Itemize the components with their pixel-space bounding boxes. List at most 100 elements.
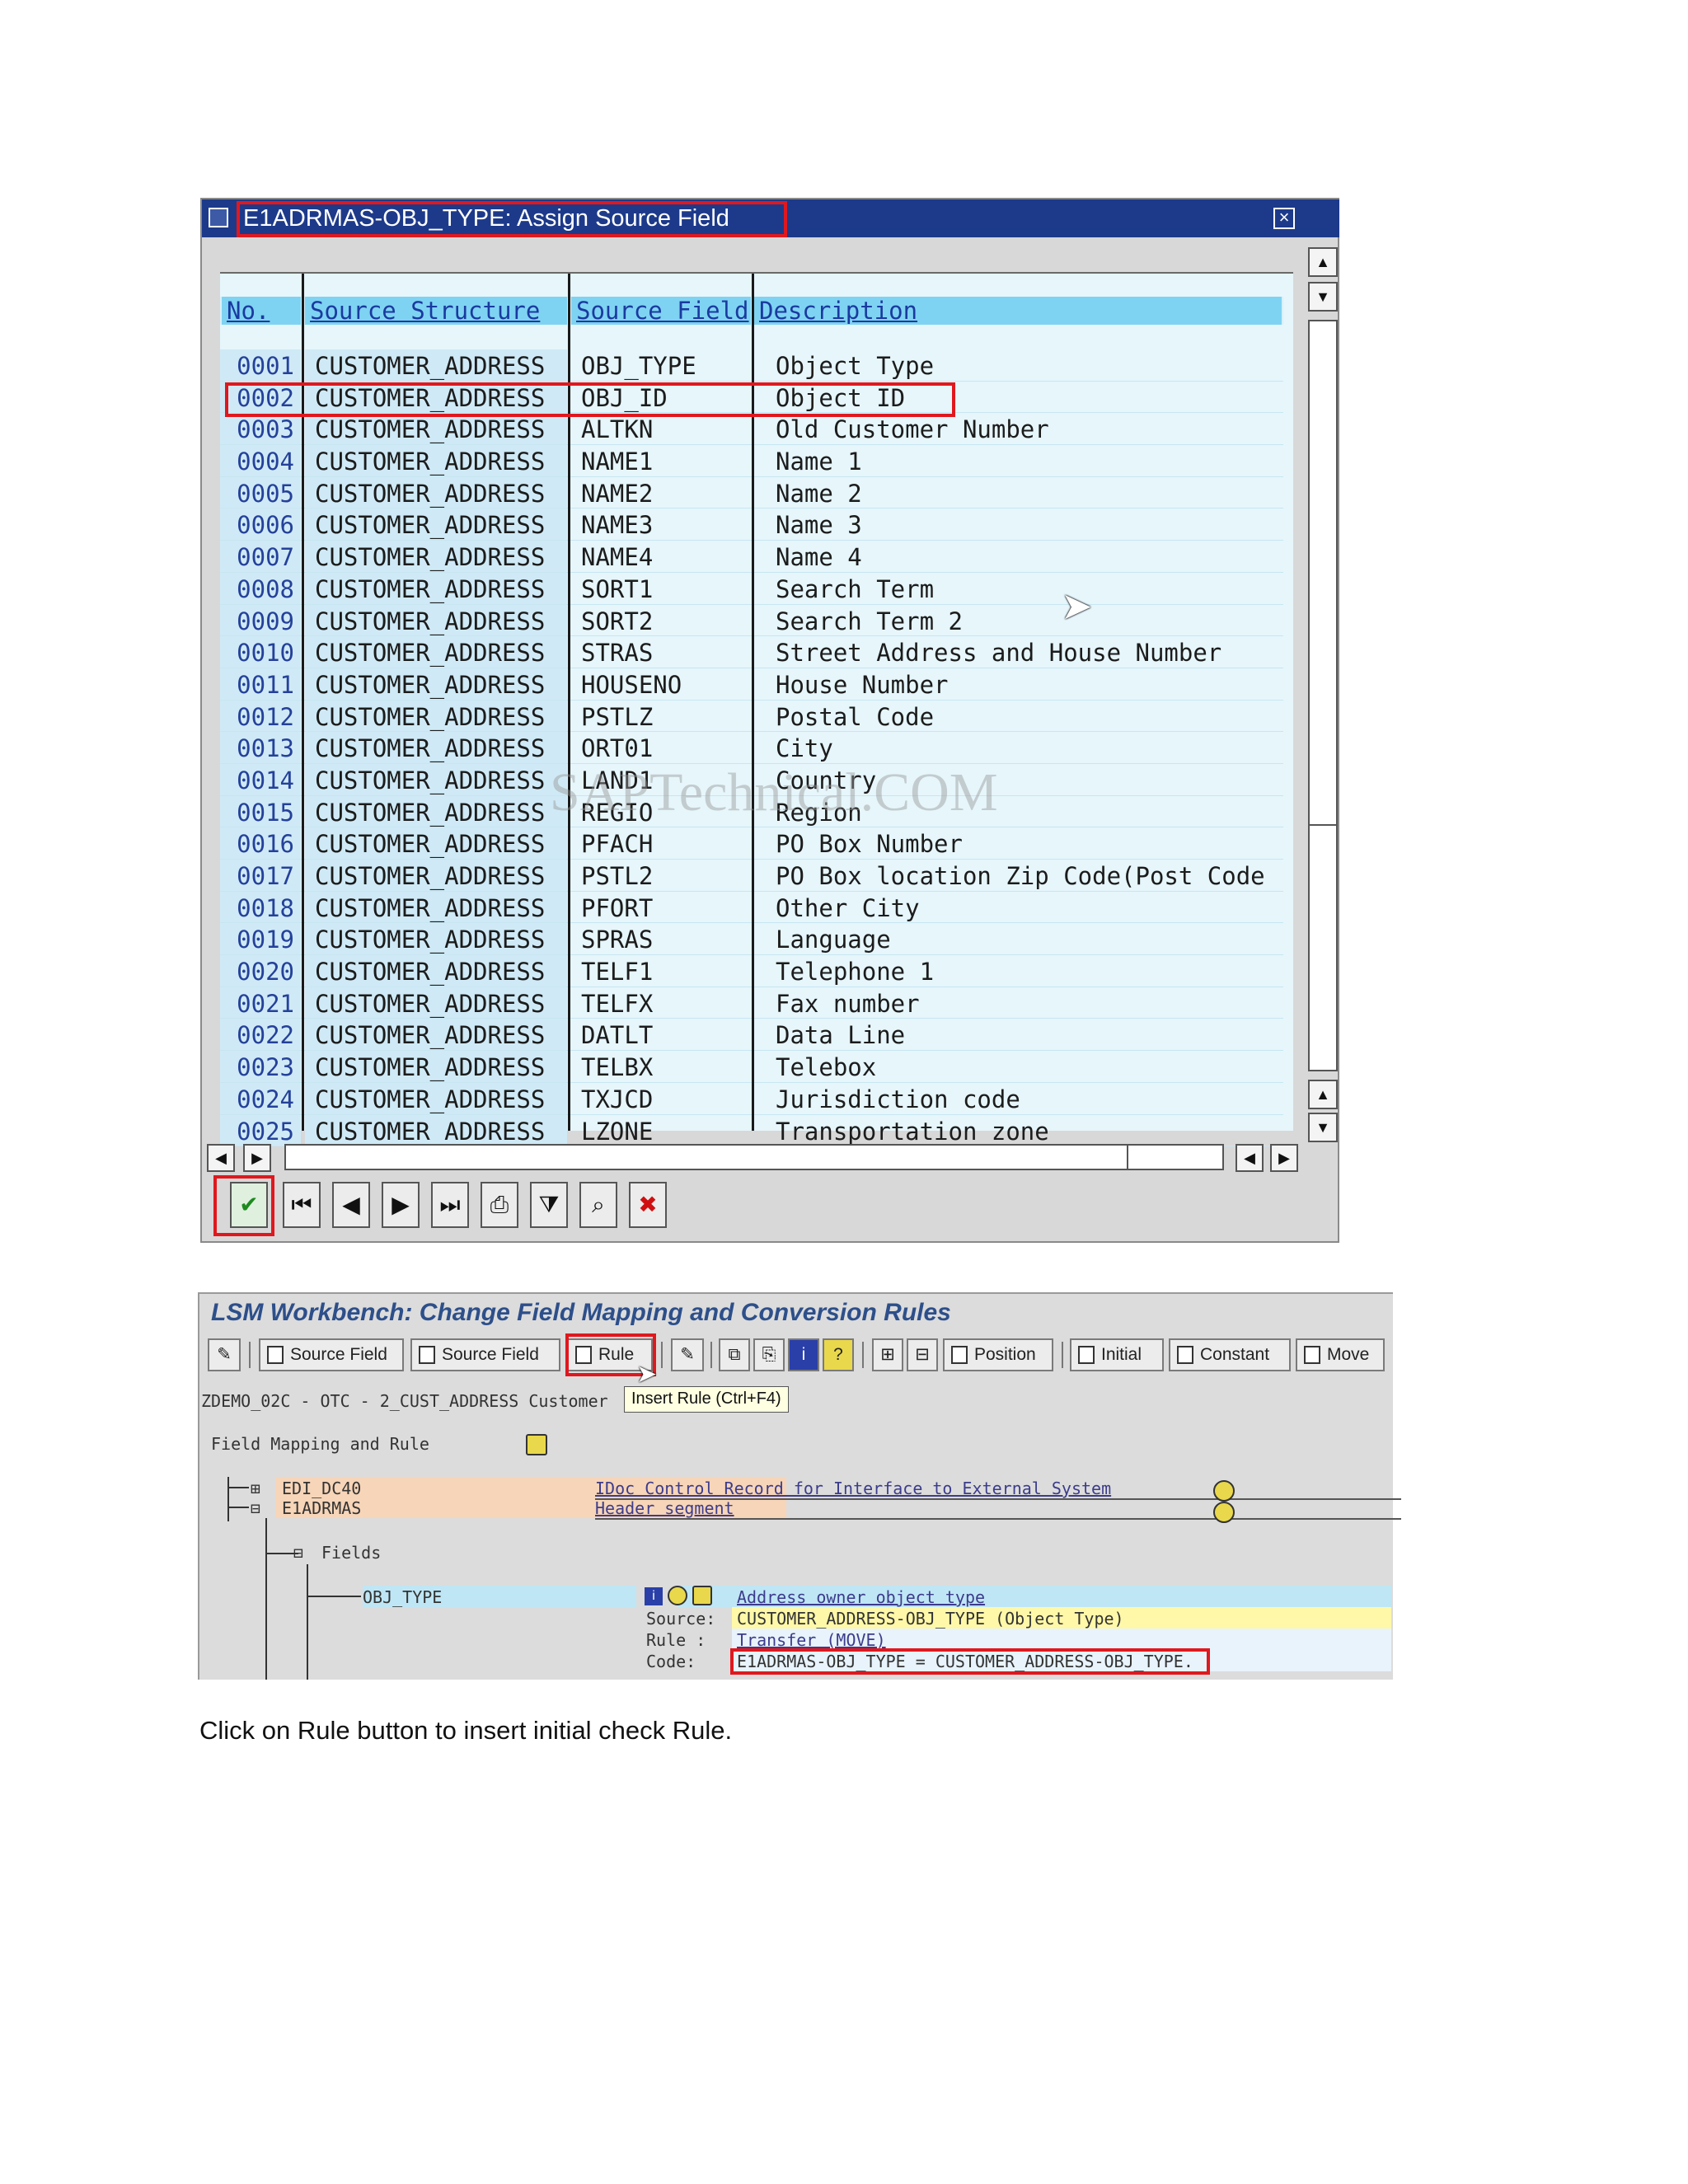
code-value: E1ADRMAS-OBJ_TYPE = CUSTOMER_ADDRESS-OBJ… (737, 1652, 1193, 1671)
breadcrumb: ZDEMO_02C - OTC - 2_CUST_ADDRESS Custome… (201, 1391, 608, 1411)
source-field-cell: PSTL2 (581, 862, 654, 890)
constant-button[interactable]: Constant (1169, 1338, 1291, 1371)
source-structure-cell: CUSTOMER_ADDRESS (305, 604, 567, 636)
delete-source-field-button[interactable]: Source Field (410, 1338, 560, 1371)
scroll-thumb[interactable] (286, 1146, 1128, 1169)
description-cell: Search Term (776, 574, 935, 603)
position-button[interactable]: Position (943, 1338, 1053, 1371)
row-number: 0014 (220, 763, 301, 795)
dialog-title-bar[interactable]: E1ADRMAS-OBJ_TYPE: Assign Source Field × (202, 199, 1339, 237)
tree-node-edi-dc40[interactable]: EDI_DC40 (282, 1479, 361, 1498)
tree-node-e1adrmas[interactable]: E1ADRMAS (282, 1498, 361, 1518)
tree-node-description[interactable]: Header segment (595, 1498, 734, 1518)
collapse-icon[interactable]: ⊟ (251, 1498, 260, 1518)
row-number: 0007 (220, 541, 301, 572)
tree-node-fields[interactable]: Fields (321, 1543, 381, 1563)
source-field-cell: OBJ_ID (581, 383, 668, 412)
move-button[interactable]: Move (1296, 1338, 1385, 1371)
source-field-cell: LZONE (581, 1117, 654, 1146)
field-description[interactable]: Address owner object type (737, 1587, 985, 1607)
collapse-icon[interactable]: ⊟ (293, 1543, 303, 1563)
source-field-cell: NAME3 (581, 511, 654, 540)
first-page-icon[interactable]: ⏮ (283, 1182, 321, 1228)
vertical-scrollbar[interactable]: ▲ ▼ ▲ ▼ (1308, 247, 1339, 1157)
source-field-button[interactable]: Source Field (259, 1338, 404, 1371)
description-cell: Postal Code (776, 702, 935, 731)
column-header-no[interactable]: No. (222, 297, 301, 325)
lsm-toolbar: ✎ Source Field Source Field Rule ✎ ⧉ ⎘ i… (204, 1338, 1391, 1375)
scroll-left-icon[interactable]: ◀ (207, 1144, 235, 1172)
find-icon[interactable]: ⌕ (579, 1182, 617, 1228)
close-icon[interactable]: × (1273, 208, 1295, 229)
source-field-cell: SORT2 (581, 607, 654, 635)
scroll-track[interactable] (1308, 320, 1338, 1071)
help-icon[interactable]: ? (823, 1338, 854, 1371)
info-icon[interactable]: i (645, 1587, 663, 1605)
description-cell: Telephone 1 (776, 958, 935, 987)
row-number: 0011 (220, 668, 301, 700)
expand-icon[interactable]: ⊞ (251, 1479, 260, 1498)
tree-node-description[interactable]: IDoc Control Record for Interface to Ext… (595, 1479, 1111, 1498)
scroll-up-icon[interactable]: ▲ (1308, 247, 1338, 277)
source-structure-cell: CUSTOMER_ADDRESS (305, 668, 567, 700)
info-icon[interactable]: i (788, 1338, 819, 1371)
watermark: SAPTechnical.COM (550, 762, 998, 823)
source-field-cell: OBJ_TYPE (581, 352, 696, 380)
row-number: 0013 (220, 732, 301, 763)
scroll-thumb[interactable] (1310, 321, 1336, 826)
row-number: 0010 (220, 636, 301, 668)
dialog-window-icon (209, 208, 228, 227)
source-field-cell: TXJCD (581, 1085, 654, 1113)
scroll-left-icon[interactable]: ◀ (1236, 1144, 1264, 1172)
cancel-icon[interactable]: ✖ (629, 1182, 667, 1228)
source-field-cell: PFACH (581, 830, 654, 859)
next-page-icon[interactable]: ▶ (382, 1182, 420, 1228)
description-cell: Old Customer Number (776, 415, 1049, 444)
paste-icon[interactable]: ⎘ (753, 1338, 785, 1371)
last-page-icon[interactable]: ⏭ (431, 1182, 469, 1228)
collapse-icon[interactable]: ⊟ (907, 1338, 938, 1371)
scroll-right-icon[interactable]: ▶ (1270, 1144, 1298, 1172)
horizontal-scrollbar[interactable]: ◀ ▶ ◀ ▶ (207, 1144, 1303, 1172)
print-icon[interactable]: ⎙ (481, 1182, 518, 1228)
scroll-up-icon[interactable]: ▲ (1308, 1080, 1338, 1109)
source-field-cell: SPRAS (581, 926, 654, 954)
row-number: 0001 (220, 349, 301, 381)
column-header-source-structure[interactable]: Source Structure (305, 297, 567, 325)
rule-icon (1177, 1346, 1193, 1365)
source-structure-cell: CUSTOMER_ADDRESS (305, 732, 567, 763)
row-number: 0024 (220, 1082, 301, 1114)
description-cell: PO Box Number (776, 830, 963, 859)
source-field-cell: HOUSENO (581, 670, 682, 699)
confirm-icon[interactable]: ✔ (230, 1182, 268, 1228)
row-number: 0006 (220, 509, 301, 541)
display-change-icon[interactable]: ✎ (208, 1338, 241, 1371)
column-header-description[interactable]: Description (754, 297, 1282, 325)
filter-icon[interactable]: ⧩ (530, 1182, 568, 1228)
scroll-right-icon[interactable]: ▶ (243, 1144, 271, 1172)
expand-icon[interactable]: ⊞ (872, 1338, 903, 1371)
source-structure-cell: CUSTOMER_ADDRESS (305, 381, 567, 413)
copy-icon[interactable]: ⧉ (719, 1338, 750, 1371)
tree-field-obj-type[interactable]: OBJ_TYPE (363, 1587, 442, 1607)
edit-icon[interactable]: ✎ (671, 1338, 704, 1371)
scroll-down-icon[interactable]: ▼ (1308, 1113, 1338, 1142)
column-header-source-field[interactable]: Source Field (571, 297, 751, 325)
mouse-cursor-icon: ➤ (1061, 584, 1093, 627)
description-cell: Fax number (776, 989, 920, 1018)
help-icon[interactable] (668, 1586, 687, 1605)
page-icon (267, 1346, 284, 1365)
initial-button[interactable]: Initial (1070, 1338, 1164, 1371)
rule-edit-icon[interactable] (692, 1586, 712, 1605)
source-structure-cell: CUSTOMER_ADDRESS (305, 349, 567, 381)
scroll-track[interactable] (284, 1144, 1224, 1170)
scroll-down-icon[interactable]: ▼ (1308, 282, 1338, 312)
rule-help-icon[interactable] (526, 1434, 547, 1455)
row-number: 0003 (220, 413, 301, 445)
row-number: 0018 (220, 891, 301, 923)
previous-page-icon[interactable]: ◀ (332, 1182, 370, 1228)
rule-value[interactable]: Transfer (MOVE) (737, 1630, 886, 1650)
dialog-title: E1ADRMAS-OBJ_TYPE: Assign Source Field (243, 205, 729, 232)
rule-icon (1304, 1346, 1320, 1365)
row-number: 0015 (220, 795, 301, 827)
